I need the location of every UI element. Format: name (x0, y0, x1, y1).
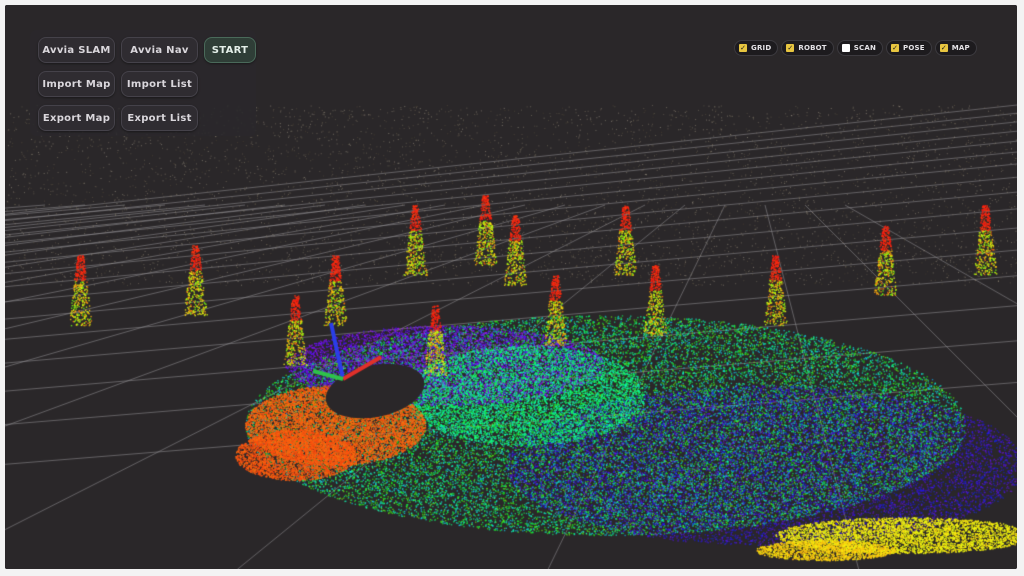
check-mark-icon: ✓ (891, 44, 900, 52)
import-list-button[interactable]: Import List (121, 71, 198, 97)
empty-box-icon (841, 44, 850, 52)
import-map-button[interactable]: Import Map (38, 71, 115, 97)
start-button[interactable]: START (204, 37, 256, 63)
check-mark-icon: ✓ (786, 44, 795, 52)
toggle-label: ROBOT (798, 44, 827, 52)
viewer-frame: Avvia SLAM Avvia Nav START Import Map Im… (5, 5, 1017, 569)
toggle-robot[interactable]: ✓ ROBOT (781, 40, 834, 56)
layer-toggles: ✓ GRID ✓ ROBOT SCAN ✓ POSE ✓ MAP (734, 40, 977, 56)
export-list-button[interactable]: Export List (121, 105, 198, 131)
check-mark-icon: ✓ (739, 44, 747, 52)
toggle-grid[interactable]: ✓ GRID (734, 40, 779, 56)
check-mark-icon: ✓ (939, 44, 948, 52)
toggle-label: POSE (903, 44, 925, 52)
toggle-pose[interactable]: ✓ POSE (886, 40, 932, 56)
control-panel: Avvia SLAM Avvia Nav START Import Map Im… (30, 30, 256, 136)
avvia-nav-button[interactable]: Avvia Nav (121, 37, 198, 63)
toggle-label: SCAN (853, 44, 877, 52)
toggle-label: MAP (951, 44, 970, 52)
toggle-scan[interactable]: SCAN (836, 40, 884, 56)
toggle-label: GRID (751, 44, 772, 52)
toggle-map[interactable]: ✓ MAP (934, 40, 977, 56)
export-map-button[interactable]: Export Map (38, 105, 115, 131)
avvia-slam-button[interactable]: Avvia SLAM (38, 37, 115, 63)
